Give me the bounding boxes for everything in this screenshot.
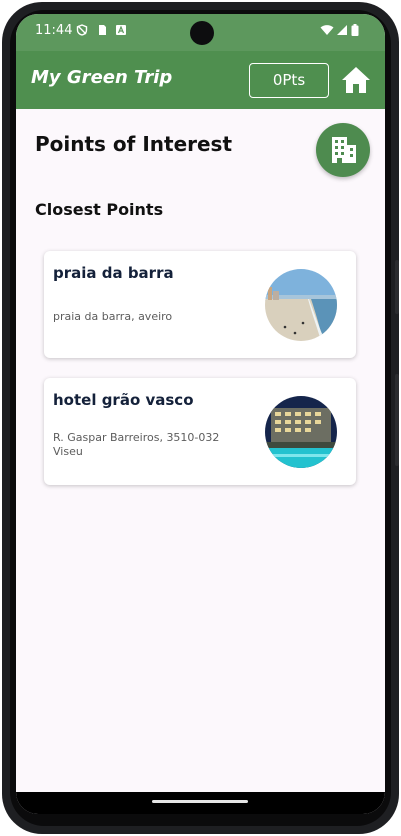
sim-card-icon xyxy=(99,25,106,35)
power-button xyxy=(395,260,399,314)
app-a-icon xyxy=(116,25,126,35)
section-title: Closest Points xyxy=(35,200,164,219)
front-camera xyxy=(190,21,214,45)
list-item[interactable]: hotel grão vasco R. Gaspar Barreiros, 35… xyxy=(44,378,356,485)
shield-icon xyxy=(76,24,88,36)
volume-button xyxy=(395,374,399,466)
point-address: R. Gaspar Barreiros, 3510-032 Viseu xyxy=(53,431,220,458)
building-icon xyxy=(332,137,356,163)
beach-photo xyxy=(265,269,337,341)
navigation-bar xyxy=(16,792,385,814)
point-name: hotel grão vasco xyxy=(53,391,194,409)
app-bar: My Green Trip 0Pts xyxy=(16,51,385,109)
status-time: 11:44 xyxy=(35,23,73,38)
status-bar: 11:44 xyxy=(16,14,385,51)
building-fab-button[interactable] xyxy=(316,123,370,177)
home-indicator[interactable] xyxy=(152,800,248,803)
point-name: praia da barra xyxy=(53,264,174,282)
app-title: My Green Trip xyxy=(31,67,173,88)
home-icon[interactable] xyxy=(340,64,372,96)
page-title: Points of Interest xyxy=(35,132,233,156)
points-button[interactable]: 0Pts xyxy=(249,63,329,98)
hotel-photo xyxy=(265,396,337,468)
point-address: praia da barra, aveiro xyxy=(53,310,173,323)
signal-icon xyxy=(337,25,347,35)
battery-icon xyxy=(351,24,359,36)
list-item[interactable]: praia da barra praia da barra, aveiro xyxy=(44,251,356,358)
screen: 11:44 My Green Trip 0Pts Points of Inter… xyxy=(16,14,385,814)
wifi-icon xyxy=(320,25,334,35)
